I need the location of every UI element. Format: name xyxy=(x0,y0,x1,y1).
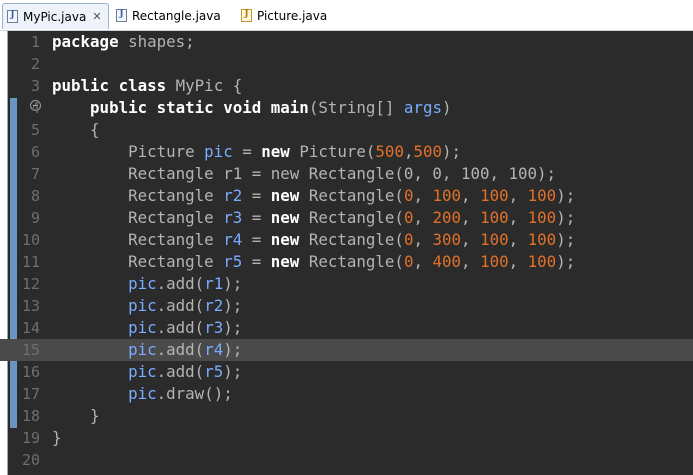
code-text: pic.add(r5); xyxy=(128,362,243,381)
editor-tab-bar: J MyPic.java ✕ J Rectangle.java J Pictur… xyxy=(0,0,693,31)
code-text: pic.draw(); xyxy=(128,384,233,403)
line-number: 16 xyxy=(21,363,40,381)
tab-label: Picture.java xyxy=(257,8,328,23)
code-text: pic.add(r1); xyxy=(128,274,243,293)
line-number: 10 xyxy=(21,231,40,249)
code-line[interactable]: 10 Rectangle r4 = new Rectangle(0, 300, … xyxy=(0,229,693,251)
code-text: Picture pic = new Picture(500,500); xyxy=(52,142,462,161)
line-number: 11 xyxy=(21,253,40,271)
code-line[interactable]: 3 public class MyPic { xyxy=(0,75,693,97)
code-text: } xyxy=(52,428,62,447)
code-text: } xyxy=(52,406,100,425)
line-number: 5 xyxy=(30,121,40,139)
line-number: 6 xyxy=(30,143,40,161)
code-text: pic.add(r3); xyxy=(128,318,243,337)
code-line[interactable]: 4 public static void main(String[] args) xyxy=(0,97,693,119)
code-text: public static void main(String[] args) xyxy=(90,98,452,117)
code-line[interactable]: 5 { xyxy=(0,119,693,141)
line-number: 4 xyxy=(30,99,40,117)
line-number: 20 xyxy=(21,451,40,469)
code-text: Rectangle r3 = new Rectangle(0, 200, 100… xyxy=(52,208,576,227)
code-text: Rectangle r4 = new Rectangle(0, 300, 100… xyxy=(52,230,576,249)
line-number: 14 xyxy=(21,319,40,337)
code-text: Rectangle r1 = new Rectangle(0, 0, 100, … xyxy=(52,164,557,183)
line-number: 15 xyxy=(21,341,40,359)
code-text: Rectangle r2 = new Rectangle(0, 100, 100… xyxy=(52,186,576,205)
code-text: pic.add(r4); xyxy=(128,340,243,359)
code-text: { xyxy=(52,120,100,139)
code-text: public class MyPic { xyxy=(52,76,243,95)
tab-rectangle-java[interactable]: J Rectangle.java xyxy=(116,3,221,28)
code-text: package shapes; xyxy=(52,32,195,51)
code-line[interactable]: 7 Rectangle r1 = new Rectangle(0, 0, 100… xyxy=(0,163,693,185)
line-number: 13 xyxy=(21,297,40,315)
code-line[interactable]: 20 xyxy=(0,449,693,471)
code-line[interactable]: 9 Rectangle r3 = new Rectangle(0, 200, 1… xyxy=(0,207,693,229)
line-number: 8 xyxy=(30,187,40,205)
code-line[interactable]: 14 pic.add(r3); xyxy=(0,317,693,339)
tab-mypic-java[interactable]: J MyPic.java ✕ xyxy=(2,3,109,29)
line-number: 18 xyxy=(21,407,40,425)
code-line[interactable]: 12 pic.add(r1); xyxy=(0,273,693,295)
line-number: 17 xyxy=(21,385,40,403)
code-line[interactable]: 6 Picture pic = new Picture(500,500); xyxy=(0,141,693,163)
line-number: 1 xyxy=(30,33,40,51)
java-file-icon: J xyxy=(7,10,18,23)
code-line[interactable]: 18 } xyxy=(0,405,693,427)
line-number: 9 xyxy=(30,209,40,227)
code-line[interactable]: 17 pic.draw(); xyxy=(0,383,693,405)
code-text: pic.add(r2); xyxy=(128,296,243,315)
code-text: Rectangle r5 = new Rectangle(0, 400, 100… xyxy=(52,252,576,271)
code-line[interactable]: 16 pic.add(r5); xyxy=(0,361,693,383)
line-number: 3 xyxy=(30,77,40,95)
tab-label: Rectangle.java xyxy=(132,8,221,23)
code-line[interactable]: 2 xyxy=(0,53,693,75)
code-line[interactable]: 8 Rectangle r2 = new Rectangle(0, 100, 1… xyxy=(0,185,693,207)
code-line[interactable]: 19} xyxy=(0,427,693,449)
tab-label: MyPic.java xyxy=(23,9,87,24)
close-tab-icon[interactable]: ✕ xyxy=(92,10,101,23)
code-line[interactable]: 15 pic.add(r4); xyxy=(0,339,693,361)
java-file-warning-icon: J xyxy=(241,9,252,22)
code-line[interactable]: 1 package shapes; xyxy=(0,31,693,53)
java-file-icon: J xyxy=(116,9,127,22)
line-number: 12 xyxy=(21,275,40,293)
code-line[interactable]: 11 Rectangle r5 = new Rectangle(0, 400, … xyxy=(0,251,693,273)
tab-picture-java[interactable]: J Picture.java xyxy=(241,3,327,28)
line-number: 7 xyxy=(30,165,40,183)
line-number: 2 xyxy=(30,55,40,73)
line-number: 19 xyxy=(21,429,40,447)
code-line[interactable]: 13 pic.add(r2); xyxy=(0,295,693,317)
